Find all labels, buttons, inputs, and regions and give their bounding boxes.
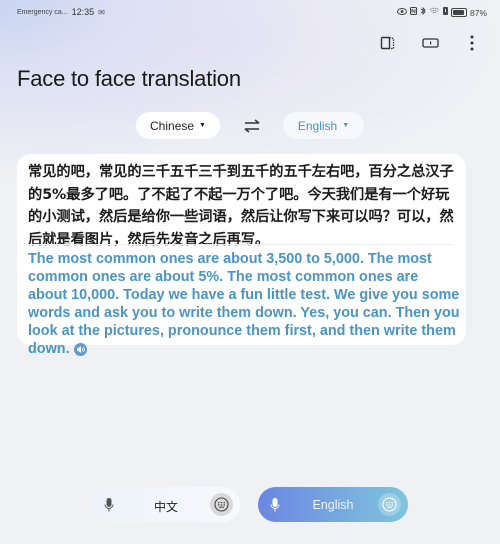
swap-languages-button[interactable] xyxy=(243,118,261,134)
keyboard-icon xyxy=(382,497,397,512)
mail-icon: ✉ xyxy=(98,7,105,17)
source-text: 常见的吧，常见的三千五千三千到五千的五千左右吧，百分之总汉子的5%最多了吧。了不… xyxy=(28,164,454,248)
status-bar: Emergency ca... 12:35 ✉ 87% xyxy=(0,0,500,26)
speaker-icon xyxy=(76,346,85,353)
translated-text-block: The most common ones are about 3,500 to … xyxy=(28,250,460,358)
translated-text: The most common ones are about 3,500 to … xyxy=(28,251,460,357)
divider xyxy=(28,244,454,245)
wifi-icon xyxy=(429,7,440,18)
landscape-mode-icon xyxy=(421,36,439,54)
target-language-label: English xyxy=(297,118,338,133)
swap-arrows-icon xyxy=(243,119,261,138)
top-toolbar xyxy=(378,35,482,55)
source-language-label: Chinese xyxy=(150,118,195,133)
english-keyboard-button[interactable] xyxy=(378,493,401,516)
split-screen-icon xyxy=(380,35,396,56)
bluetooth-icon xyxy=(420,6,426,18)
caret-down-icon: ▼ xyxy=(199,122,206,129)
chinese-speak-button[interactable]: 中文 xyxy=(92,487,240,522)
status-left: Emergency ca... 12:35 ✉ xyxy=(17,7,105,17)
keyboard-icon xyxy=(214,497,229,512)
page-title: Face to face translation xyxy=(17,66,241,91)
split-screen-button[interactable] xyxy=(378,35,398,55)
more-options-button[interactable] xyxy=(462,35,482,55)
carrier-label: Emergency ca... xyxy=(17,8,68,16)
english-speak-button[interactable]: English xyxy=(258,487,408,522)
clock: 12:35 xyxy=(71,7,95,17)
speaker-button[interactable] xyxy=(73,343,87,356)
target-language-dropdown[interactable]: English ▼ xyxy=(283,112,364,139)
battery-percent: 87% xyxy=(469,7,487,18)
source-language-dropdown[interactable]: Chinese ▼ xyxy=(136,112,220,139)
battery-level xyxy=(452,10,464,15)
eye-icon xyxy=(396,7,407,18)
translation-card: 常见的吧，常见的三千五千三千到五千的五千左右吧，百分之总汉子的5%最多了吧。了不… xyxy=(17,154,466,357)
status-right: 87% xyxy=(396,6,487,18)
caret-down-icon: ▼ xyxy=(342,122,350,129)
language-selector-row: Chinese ▼ English ▼ xyxy=(0,112,500,140)
nfc-icon xyxy=(409,7,417,18)
landscape-mode-button[interactable] xyxy=(420,35,440,55)
bottom-bar: 中文 English xyxy=(0,487,500,522)
vibrate-icon xyxy=(442,7,448,18)
chinese-keyboard-button[interactable] xyxy=(210,493,233,516)
battery-icon xyxy=(450,8,467,17)
more-options-icon xyxy=(470,35,474,56)
